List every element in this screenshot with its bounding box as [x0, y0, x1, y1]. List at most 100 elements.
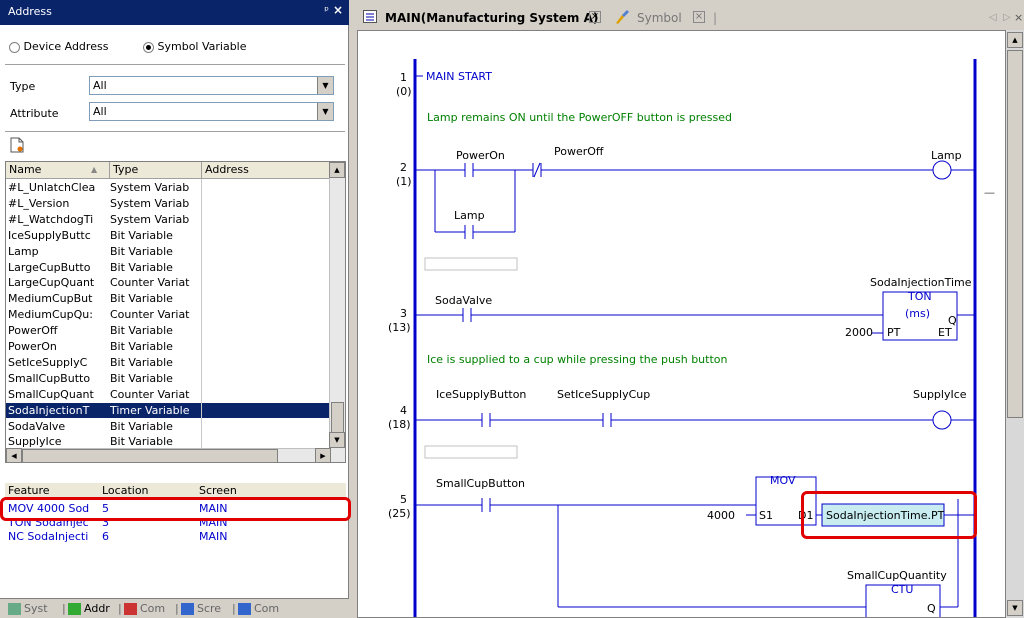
cell-type: Bit Variable — [110, 419, 173, 433]
horizontal-scrollbar[interactable]: ◀ ▶ — [6, 448, 331, 462]
counter-label[interactable]: SmallCupQuantity — [847, 569, 947, 582]
radio-selected-icon[interactable] — [143, 41, 154, 53]
cell-name: IceSupplyButtc — [8, 228, 91, 242]
scroll-left-icon[interactable]: ◀ — [6, 448, 22, 462]
cell-name: #L_UnlatchClea — [8, 181, 96, 194]
attribute-select[interactable]: All ▼ — [89, 102, 334, 121]
cell-name: SmallCupQuant — [8, 387, 94, 401]
tab-scroll-right-icon[interactable]: ▷ — [1003, 8, 1011, 28]
cell-name: PowerOn — [8, 340, 57, 353]
table-row[interactable]: SodaInjectionT Timer Variable — [6, 402, 331, 418]
mov-s1-pin: S1 — [759, 509, 773, 522]
bottom-tab-label: Syst — [24, 602, 48, 615]
ladder-editor[interactable]: 1 (0) 2 (1) 3 (13) 4 (18) 5 (25) MAIN START Lamp … — [357, 30, 1006, 618]
tab-separator: | — [118, 602, 122, 615]
pin-icon[interactable]: ᵖ — [324, 4, 329, 17]
contact-label[interactable]: PowerOff — [554, 145, 604, 158]
scroll-right-icon[interactable]: ▶ — [315, 448, 331, 462]
cell-name: #L_Version — [8, 196, 70, 210]
tab-main[interactable]: MAIN(Manufacturing System A) — [385, 8, 598, 28]
column-header-screen[interactable]: Screen — [199, 484, 237, 497]
cell-type: System Variab — [110, 196, 190, 210]
table-row[interactable]: #L_UnlatchClea System Variab — [6, 180, 331, 195]
cell-name: SodaInjectionT — [8, 403, 90, 417]
scroll-thumb[interactable] — [1007, 50, 1023, 418]
chevron-down-icon[interactable]: ▼ — [317, 103, 333, 120]
contact-label[interactable]: PowerOn — [456, 149, 505, 162]
table-row[interactable]: LargeCupQuant Counter Variat — [6, 275, 331, 290]
tab-icon — [8, 603, 21, 615]
feature-cell-screen[interactable]: MAIN — [199, 530, 228, 543]
tab-symbol[interactable]: Symbol — [637, 8, 682, 28]
tab-icon — [124, 603, 137, 615]
close-tab-icon[interactable]: × — [589, 11, 601, 23]
feature-cell-feature[interactable]: NC SodaInjecti — [8, 530, 88, 543]
contact-label[interactable]: SodaValve — [435, 294, 492, 307]
column-header-feature[interactable]: Feature — [8, 484, 50, 497]
scroll-down-icon[interactable]: ▼ — [329, 432, 345, 448]
bottom-tab[interactable]: Addr — [68, 601, 110, 617]
contact-label[interactable]: SetIceSupplyCup — [557, 388, 650, 401]
type-select[interactable]: All ▼ — [89, 76, 334, 95]
table-row[interactable]: MediumCupBut Bit Variable — [6, 291, 331, 306]
table-row[interactable]: #L_Version System Variab — [6, 196, 331, 211]
table-row[interactable]: SetIceSupplyC Bit Variable — [6, 355, 331, 370]
table-row[interactable]: PowerOff Bit Variable — [6, 323, 331, 338]
attribute-label: Attribute — [10, 107, 59, 120]
tab-scroll-left-icon[interactable]: ◁ — [989, 8, 997, 28]
cell-type: Bit Variable — [110, 355, 173, 369]
table-row[interactable]: IceSupplyButtc Bit Variable — [6, 228, 331, 243]
bottom-tab[interactable]: Com — [238, 601, 279, 617]
bottom-tab[interactable]: Scre — [181, 601, 221, 617]
rung-label: MAIN START — [426, 70, 492, 83]
bottom-tab[interactable]: Com — [124, 601, 165, 617]
bottom-tab-bar: Syst | Addr | Com | Scre | Com — [0, 598, 349, 618]
scroll-up-icon[interactable]: ▲ — [1007, 32, 1023, 48]
vertical-scrollbar[interactable]: ▲ ▼ — [329, 162, 345, 462]
cell-type: Bit Variable — [110, 244, 173, 258]
contact-label[interactable]: Lamp — [454, 209, 485, 222]
rung-comment[interactable]: Lamp remains ON until the PowerOFF butto… — [427, 111, 732, 124]
scroll-up-icon[interactable]: ▲ — [329, 162, 345, 178]
table-row[interactable]: PowerOn Bit Variable — [6, 339, 331, 354]
ton-pt-value[interactable]: 2000 — [845, 326, 873, 339]
rung-comment[interactable]: Ice is supplied to a cup while pressing … — [427, 353, 727, 366]
close-tab-icon[interactable]: × — [693, 11, 705, 23]
table-row[interactable]: SodaValve Bit Variable — [6, 419, 331, 434]
radio-icon[interactable] — [9, 41, 20, 53]
chevron-down-icon[interactable]: ▼ — [317, 77, 333, 94]
feature-cell-location[interactable]: 6 — [102, 530, 109, 543]
table-row[interactable]: #L_WatchdogTi System Variab — [6, 212, 331, 227]
scroll-thumb[interactable] — [22, 449, 278, 462]
panel-title: Address — [8, 5, 52, 18]
scroll-down-icon[interactable]: ▼ — [1007, 600, 1023, 616]
highlight-box-destination — [801, 491, 977, 539]
table-row[interactable]: SmallCupQuant Counter Variat — [6, 387, 331, 402]
column-header-name[interactable]: Name ▲ — [6, 162, 110, 179]
divider — [5, 131, 345, 132]
contact-label[interactable]: IceSupplyButton — [436, 388, 526, 401]
radio-symbol-variable[interactable]: Symbol Variable — [143, 40, 247, 53]
bottom-tab[interactable]: Syst — [8, 601, 48, 617]
variable-table: Name ▲ Type Address #L_UnlatchClea System… — [5, 161, 346, 463]
column-divider — [201, 179, 202, 449]
timer-label[interactable]: SodaInjectionTime — [870, 276, 972, 289]
close-icon[interactable]: × — [333, 3, 343, 17]
coil-label[interactable]: SupplyIce — [913, 388, 967, 401]
table-row[interactable]: SmallCupButto Bit Variable — [6, 371, 331, 386]
bottom-tab-label: Com — [140, 602, 166, 615]
new-document-icon[interactable] — [10, 137, 24, 153]
column-header-location[interactable]: Location — [102, 484, 149, 497]
close-icon[interactable]: × — [1014, 8, 1023, 28]
table-row[interactable]: Lamp Bit Variable — [6, 244, 331, 259]
table-row[interactable]: MediumCupQu: Counter Variat — [6, 307, 331, 322]
table-row[interactable]: LargeCupButto Bit Variable — [6, 260, 331, 275]
coil-label[interactable]: Lamp — [931, 149, 962, 162]
contact-label[interactable]: SmallCupButton — [436, 477, 525, 490]
cell-name: #L_WatchdogTi — [8, 212, 94, 226]
editor-vertical-scrollbar[interactable]: ▲ ▼ — [1006, 30, 1024, 618]
mov-source-value[interactable]: 4000 — [707, 509, 735, 522]
column-header-type[interactable]: Type — [110, 162, 202, 179]
radio-device-address[interactable]: Device Address — [9, 40, 108, 53]
column-header-address[interactable]: Address — [202, 162, 332, 179]
